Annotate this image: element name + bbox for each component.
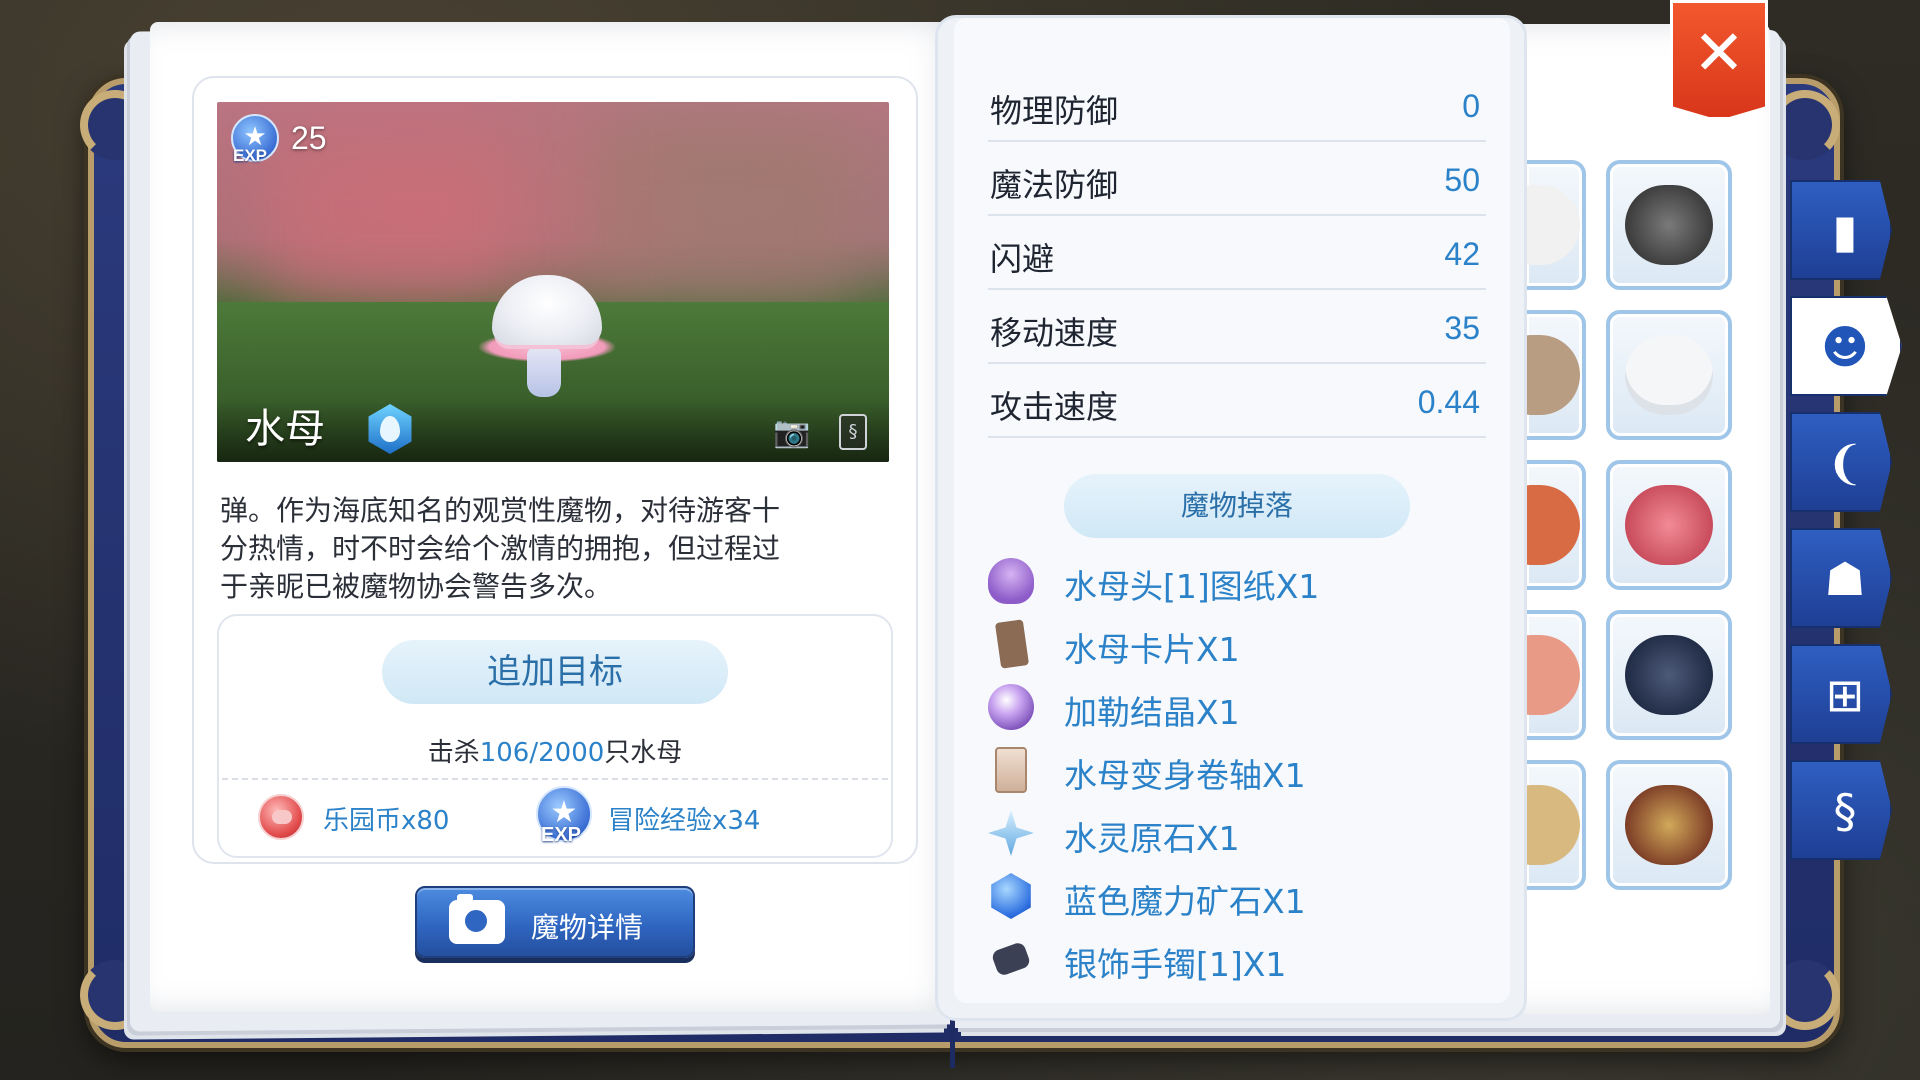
drop-item[interactable]: 蓝色魔力矿石X1 — [988, 867, 1488, 925]
monster-card[interactable] — [1606, 160, 1732, 290]
stat-name: 魔法防御 — [990, 166, 1119, 204]
kill-prefix: 击杀 — [427, 738, 480, 768]
stat-row: 移动速度 35 — [988, 290, 1486, 364]
stat-row: 攻击速度 0.44 — [988, 364, 1486, 438]
monster-card[interactable] — [1606, 760, 1732, 890]
drop-label: 银饰手镯[1]X1 — [1064, 945, 1287, 984]
drop-label: 蓝色魔力矿石X1 — [1064, 882, 1306, 921]
stat-value: 0 — [1462, 88, 1480, 124]
drop-item[interactable]: 银饰手镯[1]X1 — [988, 930, 1488, 988]
crystal-orb-icon — [988, 684, 1034, 730]
tab-card[interactable]: § — [1790, 760, 1892, 860]
stat-value: 35 — [1444, 310, 1480, 346]
blue-ore-icon — [991, 873, 1031, 919]
exp-badge-label: EXP — [233, 146, 268, 165]
poring-white-icon — [1526, 185, 1580, 265]
book-icon: ▮ — [1832, 204, 1858, 258]
stat-row: 物理防御 0 — [988, 68, 1486, 142]
goblin-icon — [1526, 785, 1580, 865]
jellyfish-head-icon — [988, 558, 1034, 604]
divider — [222, 778, 888, 780]
drops-header: 魔物掉落 — [1064, 474, 1410, 538]
tab-open-book[interactable]: ⊞ — [1790, 644, 1892, 744]
drop-label: 水母头[1]图纸X1 — [1064, 567, 1320, 606]
crab-icon — [1526, 485, 1580, 565]
stat-value: 0.44 — [1417, 384, 1480, 420]
drop-item[interactable]: 水灵原石X1 — [988, 804, 1488, 862]
book-spine — [950, 1028, 955, 1068]
drop-label: 加勒结晶X1 — [1064, 693, 1240, 732]
stat-name: 物理防御 — [990, 92, 1119, 130]
reward-coin-label: 乐园币x80 — [323, 806, 450, 836]
monster-card[interactable] — [1526, 460, 1586, 590]
description-line: 弹。作为海底知名的观赏性魔物，对待游客十 — [220, 494, 781, 527]
description-line: 分热情，时不时会给个激情的拥抱，但过程过 — [220, 532, 781, 565]
card-tab-icon: § — [1833, 784, 1857, 838]
description-line: 于亲昵已被魔物协会警告多次。 — [220, 570, 613, 603]
camera-icon — [449, 894, 505, 944]
stat-value: 42 — [1444, 236, 1480, 272]
fish-icon — [1625, 635, 1713, 715]
monster-face-icon: ☻ — [1821, 320, 1869, 374]
tab-book[interactable]: ▮ — [1790, 180, 1892, 280]
drop-label: 水灵原石X1 — [1064, 819, 1240, 858]
drop-label: 水母卡片X1 — [1064, 630, 1240, 669]
drop-item[interactable]: 水母变身卷轴X1 — [988, 741, 1488, 799]
monster-detail-label: 魔物详情 — [531, 911, 644, 944]
tab-monster[interactable]: ☻ — [1790, 296, 1902, 396]
skeleton-icon — [1526, 335, 1580, 415]
bracelet-icon — [990, 940, 1032, 978]
add-target-button[interactable]: 追加目标 — [382, 640, 728, 704]
monster-card[interactable] — [1526, 310, 1586, 440]
stat-value: 50 — [1444, 162, 1480, 198]
ghost-icon — [1625, 335, 1713, 415]
deviling-icon — [1625, 185, 1713, 265]
drop-item[interactable]: 水母头[1]图纸X1 — [988, 552, 1488, 610]
drop-item[interactable]: 水母卡片X1 — [988, 615, 1488, 673]
card-icon[interactable]: § — [839, 414, 867, 450]
monster-name: 水母 — [245, 406, 325, 452]
monster-preview[interactable]: ★ EXP 25 水母 📷 § — [217, 102, 889, 462]
kill-progress: 击杀106/2000只水母 — [217, 732, 893, 769]
stat-name: 闪避 — [990, 240, 1055, 278]
reward-exp-badge: EXP — [541, 824, 582, 846]
stat-name: 移动速度 — [990, 314, 1119, 352]
monster-card[interactable] — [1606, 460, 1732, 590]
drop-item[interactable]: 加勒结晶X1 — [988, 678, 1488, 736]
open-book-icon: ⊞ — [1825, 668, 1865, 722]
stat-name: 攻击速度 — [990, 388, 1119, 426]
frame-ornament — [1770, 960, 1840, 1030]
drop-label: 水母变身卷轴X1 — [1064, 756, 1306, 795]
kill-count: 106/2000 — [479, 738, 605, 768]
scroll-icon — [995, 747, 1027, 793]
kill-suffix: 只水母 — [604, 738, 683, 768]
close-icon: ✕ — [1693, 16, 1745, 89]
stat-row: 魔法防御 50 — [988, 142, 1486, 216]
camera-icon[interactable]: 📷 — [773, 418, 811, 448]
monster-detail-button[interactable]: 魔物详情 — [415, 886, 695, 958]
pink-frog-icon — [1625, 485, 1713, 565]
horn-icon: ❨ — [1825, 436, 1865, 490]
tab-horn[interactable]: ❨ — [1790, 412, 1892, 512]
monster-card[interactable] — [1526, 160, 1586, 290]
monster-card[interactable] — [1606, 610, 1732, 740]
monster-card[interactable] — [1526, 760, 1586, 890]
park-coin-icon — [258, 794, 304, 840]
mermaid-icon — [1526, 635, 1580, 715]
warrior-icon — [1625, 785, 1713, 865]
close-button[interactable]: ✕ — [1670, 0, 1768, 120]
monster-card[interactable] — [1606, 310, 1732, 440]
npc-bust-icon: ☗ — [1824, 552, 1866, 606]
monster-description: 弹。作为海底知名的观赏性魔物，对待游客十 分热情，时不时会给个激情的拥抱，但过程… — [220, 492, 890, 606]
exp-value: 25 — [291, 120, 327, 156]
frame-ornament — [1770, 90, 1840, 160]
stat-row: 闪避 42 — [988, 216, 1486, 290]
reward-exp-label: 冒险经验x34 — [608, 806, 761, 836]
monster-card[interactable] — [1526, 610, 1586, 740]
water-ore-icon — [988, 810, 1034, 856]
tab-npc[interactable]: ☗ — [1790, 528, 1892, 628]
card-icon — [994, 619, 1030, 669]
